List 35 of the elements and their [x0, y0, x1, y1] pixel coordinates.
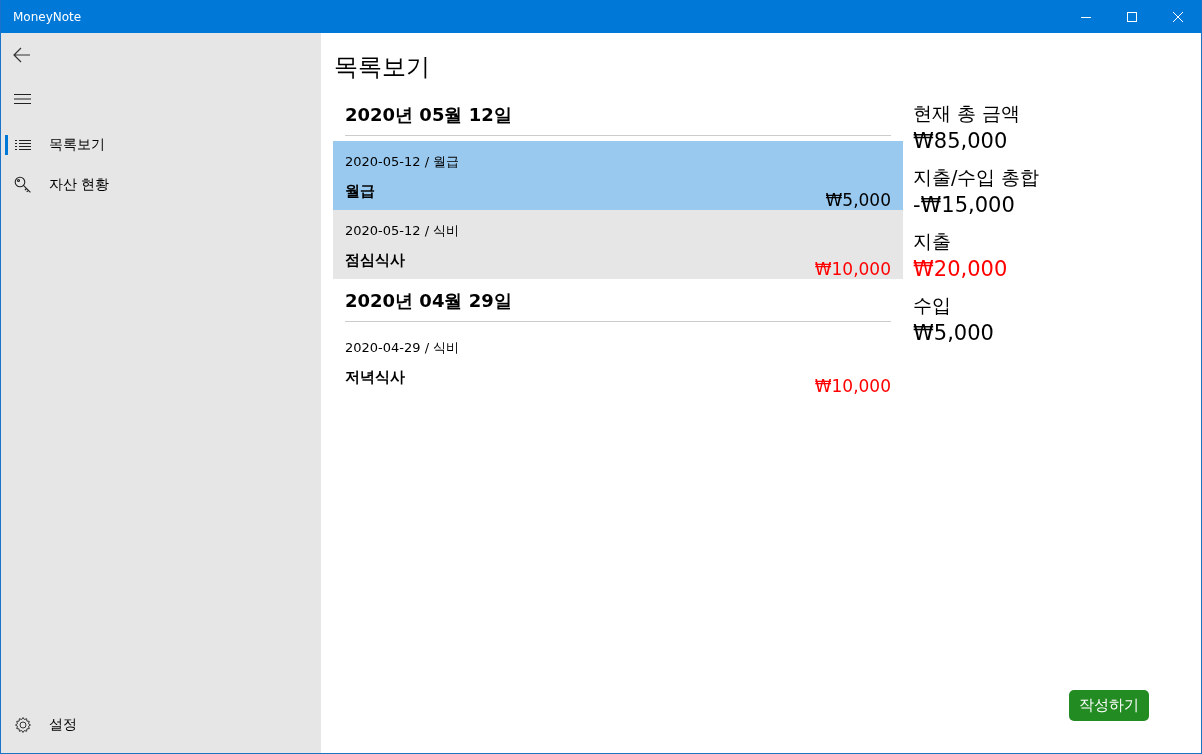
transaction-item[interactable]: 2020-05-12 / 월급 월급 ₩5,000: [333, 141, 903, 210]
transaction-title: 점심식사: [345, 250, 406, 271]
list-icon: [15, 139, 31, 151]
transaction-amount: ₩5,000: [825, 190, 891, 210]
summary-value: -₩15,000: [913, 193, 1016, 217]
transaction-item[interactable]: 2020-04-29 / 식비 저녁식사 ₩10,000: [333, 327, 903, 396]
back-arrow-icon: [13, 47, 31, 63]
summary-label: 현재 총 금액: [913, 101, 1022, 126]
nav-item[interactable]: 자산 현황: [1, 165, 321, 205]
summary-value: ₩20,000: [913, 257, 1009, 281]
summary-label: 지출: [913, 229, 952, 254]
settings-nav-item[interactable]: 설정: [1, 705, 321, 745]
summary-value: ₩5,000: [913, 321, 995, 345]
menu-icon: [13, 94, 31, 104]
summary-label: 수입: [913, 293, 952, 318]
date-heading: 2020년 04월 29일: [345, 289, 891, 322]
transaction-title: 월급: [345, 181, 376, 202]
key-icon: [14, 176, 32, 194]
date-heading: 2020년 05월 12일: [345, 103, 891, 136]
transaction-date-category: 2020-04-29 / 식비: [345, 339, 461, 357]
transaction-date-category: 2020-05-12 / 월급: [345, 153, 461, 171]
window-title: MoneyNote: [12, 9, 83, 24]
page-title: 목록보기: [334, 52, 431, 83]
settings-icon: [14, 716, 32, 734]
transaction-amount: ₩10,000: [814, 259, 891, 279]
transaction-amount: ₩10,000: [814, 376, 891, 396]
write-button[interactable]: 작성하기: [1069, 690, 1149, 721]
close-icon: [1173, 11, 1183, 22]
summary-label: 지출/수입 총합: [913, 165, 1040, 190]
transaction-title: 저녁식사: [345, 367, 406, 388]
summary-value: ₩85,000: [913, 129, 1009, 153]
nav-item[interactable]: 목록보기: [1, 125, 321, 165]
transaction-date-category: 2020-05-12 / 식비: [345, 222, 461, 240]
maximize-icon: [1127, 11, 1137, 22]
transaction-item[interactable]: 2020-05-12 / 식비 점심식사 ₩10,000: [333, 210, 903, 279]
